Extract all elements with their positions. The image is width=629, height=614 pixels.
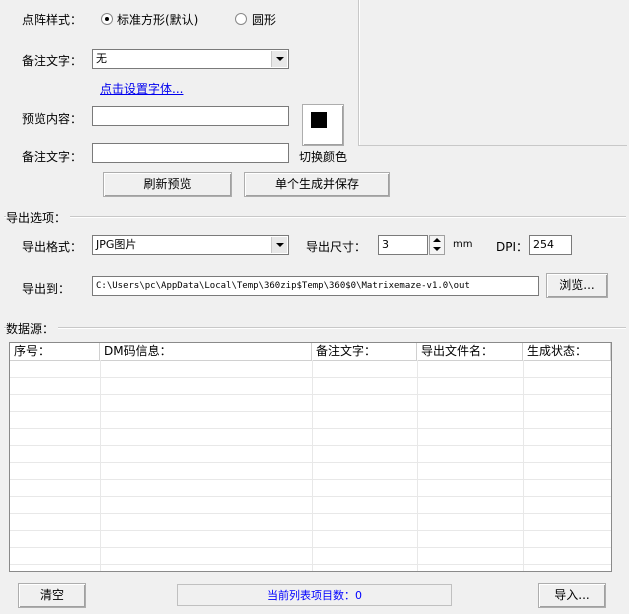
note-label: 备注文字： (22, 54, 83, 68)
dpi-label: DPI： (496, 240, 529, 254)
note-select[interactable]: 无 (92, 49, 289, 69)
table-grid-line (10, 479, 611, 480)
preview-label: 预览内容： (22, 112, 83, 126)
table-grid-line (10, 564, 611, 565)
radio-circle[interactable] (235, 13, 247, 25)
size-unit: mm (453, 239, 473, 250)
clear-button[interactable]: 清空 (18, 583, 86, 608)
radio-square[interactable] (101, 13, 113, 25)
item-count-status: 当前列表项目数：0 (177, 584, 452, 606)
refresh-preview-button[interactable]: 刷新预览 (103, 172, 232, 197)
export-path-input[interactable]: C:\Users\pc\AppData\Local\Temp\360zip$Te… (92, 276, 539, 296)
export-format-value: JPG图片 (96, 238, 137, 251)
import-button[interactable]: 导入... (538, 583, 606, 608)
col-status[interactable]: 生成状态： (523, 343, 611, 360)
table-grid-line (10, 513, 611, 514)
chevron-down-icon[interactable] (271, 237, 287, 253)
table-grid-line (10, 377, 611, 378)
table-grid-line (10, 428, 611, 429)
table-grid-line (10, 462, 611, 463)
col-filename[interactable]: 导出文件名： (417, 343, 523, 360)
export-path-label: 导出到： (22, 282, 71, 296)
table-grid-line (10, 411, 611, 412)
table-grid-line (10, 496, 611, 497)
stepper-down-icon[interactable] (433, 247, 441, 251)
export-group-divider (4, 216, 626, 218)
preview-input[interactable] (92, 106, 289, 126)
radio-square-label[interactable]: 标准方形(默认) (117, 11, 198, 28)
generate-save-button[interactable]: 单个生成并保存 (244, 172, 390, 197)
export-options-title: 导出选项： (6, 209, 71, 226)
table-grid-line (10, 394, 611, 395)
col-divider (100, 360, 101, 571)
table-grid-line (10, 547, 611, 548)
col-note[interactable]: 备注文字： (312, 343, 417, 360)
chevron-down-icon[interactable] (271, 51, 287, 67)
color-swatch-icon (311, 112, 327, 128)
color-swatch-button[interactable] (302, 104, 344, 146)
col-index[interactable]: 序号： (10, 343, 100, 360)
data-source-title: 数据源： (6, 320, 59, 337)
radio-circle-label[interactable]: 圆形 (252, 11, 276, 28)
switch-color-label[interactable]: 切换颜色 (299, 148, 347, 165)
data-table[interactable]: 序号： DM码信息： 备注文字： 导出文件名： 生成状态： (9, 342, 612, 572)
stepper-up-icon[interactable] (433, 238, 441, 242)
browse-button[interactable]: 浏览... (546, 273, 608, 298)
table-grid-line (10, 530, 611, 531)
col-dm-info[interactable]: DM码信息： (100, 343, 312, 360)
dpi-input[interactable]: 254 (529, 235, 572, 255)
export-size-input[interactable]: 3 (378, 235, 428, 255)
font-settings-link[interactable]: 点击设置字体... (100, 80, 183, 97)
note2-label: 备注文字： (22, 150, 83, 164)
preview-panel (358, 0, 627, 146)
export-format-label: 导出格式： (22, 240, 83, 254)
export-format-select[interactable]: JPG图片 (92, 235, 289, 255)
data-group-divider (4, 327, 626, 329)
table-header: 序号： DM码信息： 备注文字： 导出文件名： 生成状态： (10, 343, 611, 361)
col-divider (417, 360, 418, 571)
table-grid-line (10, 445, 611, 446)
note-select-value: 无 (96, 52, 107, 65)
dot-style-label: 点阵样式： (22, 13, 83, 27)
note2-input[interactable] (92, 143, 289, 163)
col-divider (312, 360, 313, 571)
export-size-label: 导出尺寸： (306, 240, 367, 254)
size-stepper[interactable] (429, 235, 445, 255)
col-divider (523, 360, 524, 571)
